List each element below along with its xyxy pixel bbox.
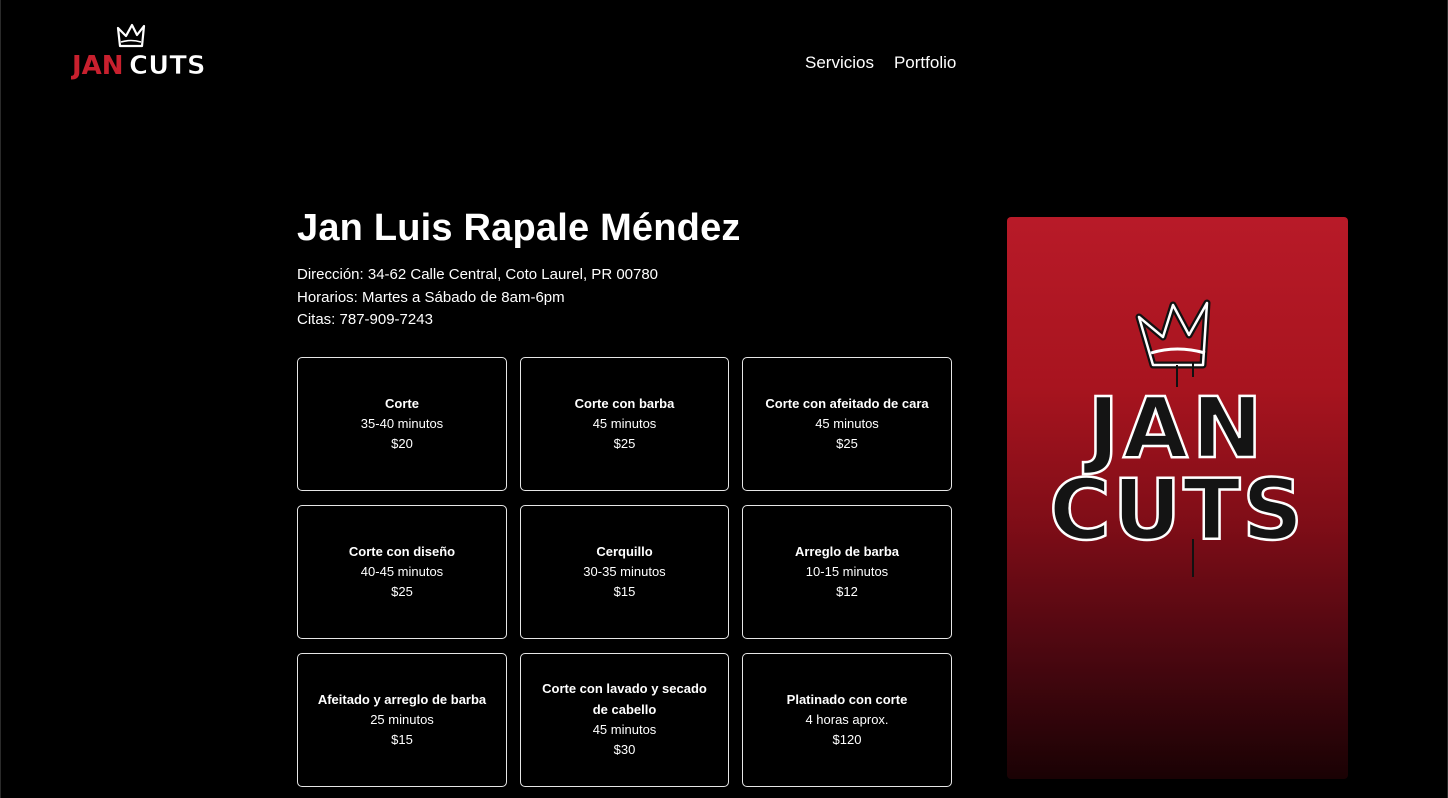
services-grid: Corte 35-40 minutos $20 Corte con barba …: [297, 357, 952, 787]
service-card[interactable]: Corte con diseño 40-45 minutos $25: [297, 505, 507, 639]
service-name: Corte con afeitado de cara: [765, 395, 929, 411]
service-price: $20: [391, 436, 413, 452]
service-price: $25: [391, 584, 413, 600]
nav-servicios[interactable]: Servicios: [805, 53, 874, 73]
service-name: Corte con lavado y secado de cabello: [542, 681, 707, 717]
service-card[interactable]: Corte con barba 45 minutos $25: [520, 357, 729, 491]
service-name: Corte: [385, 395, 419, 411]
logo-text-white: CUTS: [129, 51, 206, 80]
service-card[interactable]: Cerquillo 30-35 minutos $15: [520, 505, 729, 639]
main-nav: Servicios Portfolio: [805, 53, 956, 73]
service-name: Cerquillo: [596, 543, 653, 559]
brand-poster: JAN CUTS: [1007, 217, 1348, 779]
logo-text-red: JAN: [71, 51, 124, 80]
service-card[interactable]: Corte 35-40 minutos $20: [297, 357, 507, 491]
crown-icon: [1135, 299, 1211, 387]
service-duration: 25 minutos: [370, 711, 434, 727]
contact-info: Dirección: 34-62 Calle Central, Coto Lau…: [297, 264, 658, 332]
service-card[interactable]: Afeitado y arreglo de barba 25 minutos $…: [297, 653, 507, 787]
poster-line2: CUTS: [1049, 461, 1305, 559]
service-duration: 4 horas aprox.: [805, 711, 889, 727]
service-card[interactable]: Arreglo de barba 10-15 minutos $12: [742, 505, 952, 639]
poster-artwork: JAN CUTS: [1048, 299, 1305, 577]
service-name: Corte con diseño: [348, 543, 456, 559]
service-price: $15: [613, 584, 636, 600]
crown-icon: JAN CUTS: [70, 23, 206, 81]
page-title: Jan Luis Rapale Méndez: [297, 207, 741, 249]
nav-portfolio[interactable]: Portfolio: [894, 53, 956, 73]
service-duration: 30-35 minutos: [583, 563, 666, 579]
service-duration: 45 minutos: [815, 415, 879, 431]
service-card[interactable]: Corte con lavado y secado de cabello 45 …: [520, 653, 729, 787]
brand-logo[interactable]: JAN CUTS: [70, 20, 213, 81]
service-price: $25: [613, 436, 636, 452]
service-duration: 10-15 minutos: [805, 563, 889, 579]
service-price: $12: [836, 584, 858, 600]
service-name: Arreglo de barba: [794, 543, 900, 559]
service-name: Afeitado y arreglo de barba: [317, 691, 487, 707]
address-text: Dirección: 34-62 Calle Central, Coto Lau…: [297, 266, 659, 283]
service-duration: 40-45 minutos: [360, 563, 444, 579]
appointments-text: Citas: 787-909-7243: [297, 311, 433, 329]
service-name: Platinado con corte: [786, 691, 908, 707]
service-price: $25: [836, 436, 858, 452]
service-card[interactable]: Platinado con corte 4 horas aprox. $120: [742, 653, 952, 787]
service-duration: 45 minutos: [592, 722, 657, 737]
service-price: $15: [391, 732, 413, 748]
service-price: $30: [613, 742, 636, 758]
service-card[interactable]: Corte con afeitado de cara 45 minutos $2…: [742, 357, 952, 491]
service-name: Corte con barba: [574, 395, 675, 411]
service-duration: 45 minutos: [592, 415, 657, 431]
service-price: $120: [832, 732, 862, 748]
hours-text: Horarios: Martes a Sábado de 8am-6pm: [297, 288, 565, 306]
service-duration: 35-40 minutos: [360, 415, 444, 431]
